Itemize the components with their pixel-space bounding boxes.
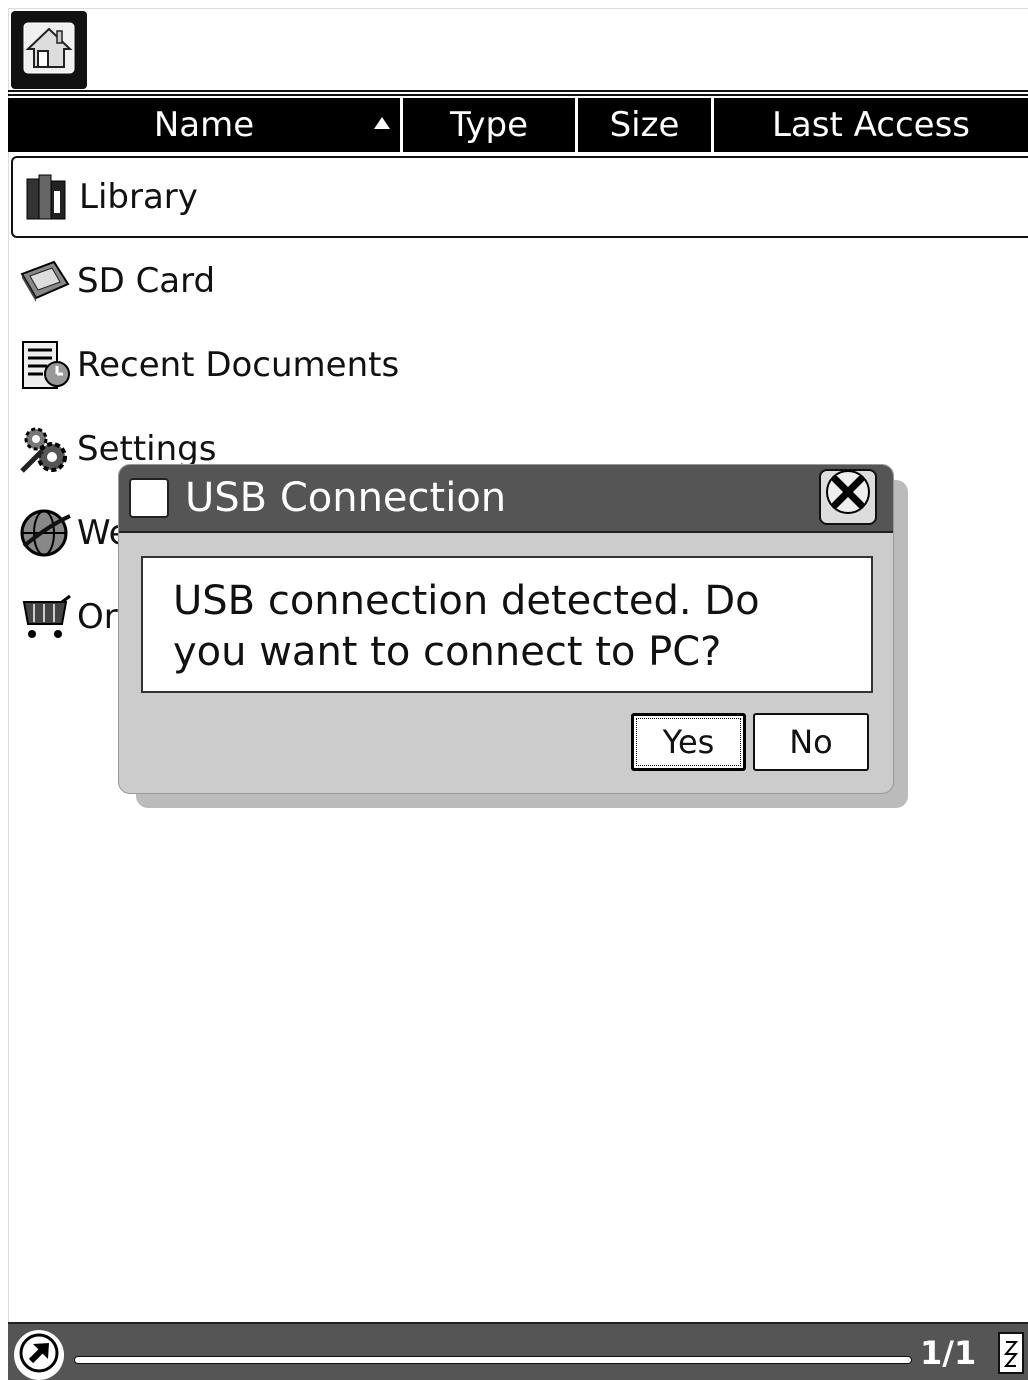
list-item-recent-documents[interactable]: Recent Documents bbox=[11, 324, 1028, 406]
close-icon bbox=[825, 469, 871, 525]
dialog-title: USB Connection bbox=[185, 475, 507, 521]
sd-card-icon bbox=[17, 253, 73, 309]
dialog-title-icon bbox=[129, 478, 169, 518]
usb-connection-dialog: USB Connection USB connection detected. … bbox=[118, 464, 894, 794]
column-last-access-label: Last Access bbox=[771, 105, 971, 145]
settings-gears-icon bbox=[17, 421, 73, 477]
sort-ascending-icon bbox=[374, 117, 390, 129]
toolbar-divider bbox=[8, 90, 1028, 92]
globe-icon bbox=[17, 505, 73, 561]
column-type-label: Type bbox=[449, 105, 529, 145]
yes-button[interactable]: Yes bbox=[631, 713, 746, 771]
dialog-title-bar: USB Connection bbox=[119, 465, 893, 533]
column-type[interactable]: Type bbox=[403, 98, 578, 152]
dialog-message-line: USB connection detected. Do bbox=[173, 578, 760, 624]
list-item-label: Recent Documents bbox=[77, 345, 400, 385]
column-name[interactable]: Name bbox=[8, 98, 403, 152]
column-name-label: Name bbox=[153, 105, 255, 145]
dialog-close-button[interactable] bbox=[819, 469, 877, 525]
arrow-up-right-icon bbox=[19, 1333, 59, 1377]
battery-icon bbox=[998, 1332, 1024, 1374]
no-button[interactable]: No bbox=[753, 713, 869, 771]
recent-documents-icon bbox=[17, 337, 73, 393]
list-item-sd-card[interactable]: SD Card bbox=[11, 240, 1028, 322]
page-progress-bar[interactable] bbox=[74, 1356, 912, 1364]
menu-button[interactable] bbox=[14, 1330, 64, 1380]
column-header: Name Type Size Last Access bbox=[8, 98, 1028, 152]
list-item-label: Library bbox=[79, 177, 198, 217]
list-item-library[interactable]: Library bbox=[11, 156, 1028, 238]
home-icon bbox=[22, 21, 76, 79]
home-button[interactable] bbox=[11, 11, 87, 89]
dialog-message: USB connection detected. Do you want to … bbox=[141, 556, 873, 693]
library-books-icon bbox=[19, 169, 75, 225]
column-size[interactable]: Size bbox=[578, 98, 714, 152]
dialog-message-line: you want to connect to PC? bbox=[173, 629, 722, 675]
list-item-label: Or bbox=[77, 597, 118, 637]
shopping-cart-icon bbox=[17, 589, 73, 645]
status-bar: 1/1 bbox=[8, 1322, 1028, 1380]
column-last-access[interactable]: Last Access bbox=[714, 98, 1028, 152]
toolbar-divider bbox=[8, 94, 1028, 96]
column-size-label: Size bbox=[609, 105, 680, 145]
list-item-label: SD Card bbox=[77, 261, 216, 301]
list-item-label: Settings bbox=[77, 429, 217, 469]
page-indicator: 1/1 bbox=[920, 1334, 977, 1372]
